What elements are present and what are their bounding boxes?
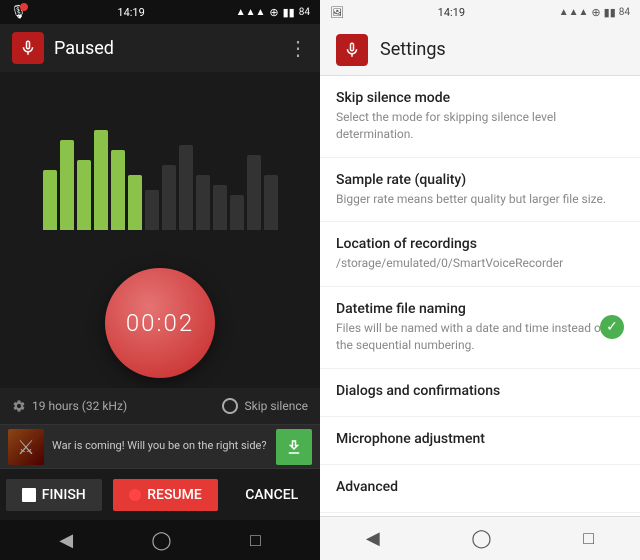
setting-title-microphone-adjustment: Microphone adjustment — [336, 431, 624, 447]
bar-11 — [213, 185, 227, 230]
status-bar-left: 🎙 — [10, 5, 27, 20]
timer-wrap: 00:02 — [0, 248, 320, 388]
info-bar: 19 hours (32 kHz) Skip silence — [0, 388, 320, 424]
cancel-button[interactable]: Cancel — [229, 479, 314, 511]
setting-item-sample-rate[interactable]: Sample rate (quality) Bigger rate means b… — [320, 158, 640, 223]
bar-1 — [43, 170, 57, 230]
resume-icon — [129, 489, 141, 501]
right-top-bar: Settings — [320, 24, 640, 76]
resume-button[interactable]: Resume — [113, 479, 218, 511]
battery-level: 84 — [299, 7, 310, 18]
left-panel: 🎙 14:19 ▲▲▲ ⊕ ▮▮ 84 Paused ⋮ — [0, 0, 320, 560]
right-nav-bar: ◀ ◯ □ — [320, 516, 640, 560]
timer-display: 00:02 — [126, 309, 194, 337]
action-bar: Finish Resume Cancel — [0, 468, 320, 520]
skip-silence-label: Skip silence — [244, 399, 308, 413]
right-mic-icon-wrap — [336, 34, 368, 66]
resume-label: Resume — [147, 487, 202, 503]
cancel-label: Cancel — [245, 487, 298, 503]
more-options-icon[interactable]: ⋮ — [288, 36, 308, 60]
setting-title-skip-silence-mode: Skip silence mode — [336, 90, 624, 106]
right-status-bar: 🖼 14:19 ▲▲▲ ⊕ ▮▮ 84 — [320, 0, 640, 24]
finish-label: Finish — [42, 487, 86, 503]
wifi-icon: ⊕ — [269, 6, 278, 19]
skip-silence-radio[interactable] — [222, 398, 238, 414]
mic-icon-wrap — [12, 32, 44, 64]
right-signal-icon: ▲▲▲ — [559, 7, 589, 18]
settings-info-icon — [12, 399, 26, 413]
left-status-bar: 🎙 14:19 ▲▲▲ ⊕ ▮▮ 84 — [0, 0, 320, 24]
setting-item-skip-silence-mode[interactable]: Skip silence mode Select the mode for ski… — [320, 76, 640, 158]
bar-6 — [128, 175, 142, 230]
right-home-nav-icon[interactable]: ◯ — [471, 528, 491, 549]
notification-thumbnail: ⚔ — [8, 429, 44, 465]
bar-4 — [94, 130, 108, 230]
bar-12 — [230, 195, 244, 230]
download-icon — [285, 438, 303, 456]
notification-text: War is coming! Will you be on the right … — [52, 439, 268, 453]
left-top-bar: Paused ⋮ — [0, 24, 320, 72]
setting-item-microphone-adjustment[interactable]: Microphone adjustment — [320, 417, 640, 465]
notification-bar: ⚔ War is coming! Will you be on the righ… — [0, 424, 320, 468]
setting-item-location-recordings[interactable]: Location of recordings/storage/emulated/… — [320, 222, 640, 287]
setting-title-advanced: Advanced — [336, 479, 624, 495]
back-nav-icon[interactable]: ◀ — [59, 530, 73, 551]
right-recents-nav-icon[interactable]: □ — [583, 528, 594, 549]
setting-check-datetime-naming: ✓ — [600, 315, 624, 339]
setting-desc-location-recordings: /storage/emulated/0/SmartVoiceRecorder — [336, 255, 624, 272]
right-battery-icon: ▮▮ — [604, 6, 616, 19]
setting-desc-sample-rate: Bigger rate means better quality but lar… — [336, 191, 624, 208]
left-app-title: Paused — [54, 38, 114, 59]
right-photo-icon: 🖼 — [330, 6, 344, 19]
finish-button[interactable]: Finish — [6, 479, 102, 511]
skip-silence-wrap[interactable]: Skip silence — [222, 398, 308, 414]
download-button[interactable] — [276, 429, 312, 465]
setting-item-advanced[interactable]: Advanced — [320, 465, 640, 513]
settings-title: Settings — [380, 39, 446, 60]
bar-8 — [162, 165, 176, 230]
battery-icon: ▮▮ — [283, 6, 295, 19]
audio-bars — [43, 110, 278, 230]
bar-14 — [264, 175, 278, 230]
bar-2 — [60, 140, 74, 230]
setting-item-dialogs-confirmations[interactable]: Dialogs and confirmations — [320, 369, 640, 417]
top-bar-left: Paused — [12, 32, 114, 64]
finish-icon — [22, 488, 36, 502]
bar-3 — [77, 160, 91, 230]
right-status-left: 🖼 — [330, 6, 344, 19]
right-panel: 🖼 14:19 ▲▲▲ ⊕ ▮▮ 84 Settings Skip silenc… — [320, 0, 640, 560]
right-status-time: 14:19 — [438, 6, 465, 19]
bar-5 — [111, 150, 125, 230]
settings-list: Skip silence mode Select the mode for ski… — [320, 76, 640, 516]
setting-desc-datetime-naming: Files will be named with a date and time… — [336, 320, 624, 354]
left-nav-bar: ◀ ◯ □ — [0, 520, 320, 560]
home-nav-icon[interactable]: ◯ — [151, 530, 171, 551]
right-back-nav-icon[interactable]: ◀ — [366, 528, 380, 549]
right-wifi-icon: ⊕ — [591, 6, 600, 19]
duration-info: 19 hours (32 kHz) — [12, 399, 127, 413]
visualizer-area — [0, 72, 320, 248]
recording-dot — [20, 3, 28, 11]
right-mic-icon — [343, 41, 361, 59]
setting-title-datetime-naming: Datetime file naming — [336, 301, 624, 317]
mic-icon — [19, 39, 37, 57]
recents-nav-icon[interactable]: □ — [250, 530, 261, 551]
right-status-right: ▲▲▲ ⊕ ▮▮ 84 — [559, 6, 630, 19]
right-battery-level: 84 — [619, 7, 630, 18]
left-status-time: 14:19 — [117, 6, 144, 19]
bar-7 — [145, 190, 159, 230]
timer-circle: 00:02 — [105, 268, 215, 378]
bar-9 — [179, 145, 193, 230]
setting-item-datetime-naming[interactable]: Datetime file naming Files will be named … — [320, 287, 640, 369]
setting-title-sample-rate: Sample rate (quality) — [336, 172, 624, 188]
signal-icon: ▲▲▲ — [236, 7, 266, 18]
bar-13 — [247, 155, 261, 230]
setting-title-dialogs-confirmations: Dialogs and confirmations — [336, 383, 624, 399]
bar-10 — [196, 175, 210, 230]
setting-desc-skip-silence-mode: Select the mode for skipping silence lev… — [336, 109, 624, 143]
status-icons: ▲▲▲ ⊕ ▮▮ 84 — [236, 6, 310, 19]
setting-title-location-recordings: Location of recordings — [336, 236, 624, 252]
duration-text: 19 hours (32 kHz) — [32, 399, 127, 413]
